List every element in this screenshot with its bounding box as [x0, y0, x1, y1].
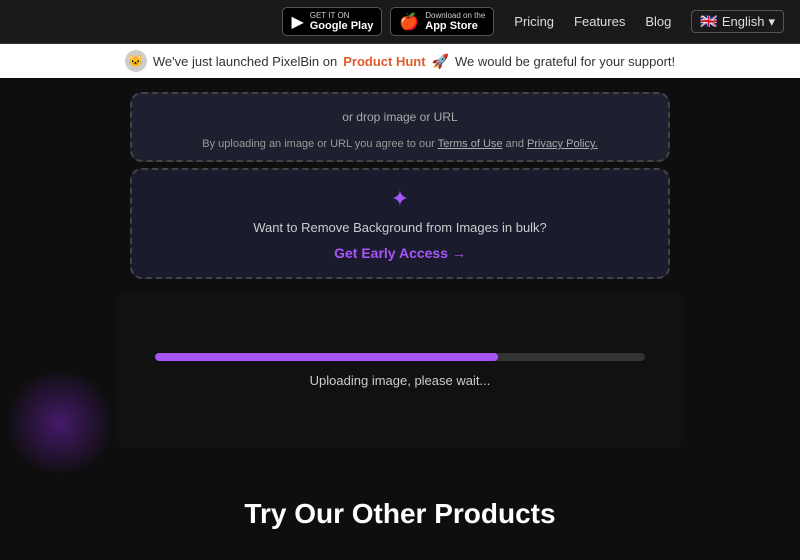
- other-products-title: Try Our Other Products: [20, 498, 780, 530]
- language-selector[interactable]: 🇬🇧 English ▾: [691, 10, 784, 33]
- product-hunt-icon: 🐱: [125, 50, 147, 72]
- apple-icon: 🍎: [399, 12, 419, 32]
- bottom-section: Try Our Other Products: [0, 468, 800, 560]
- google-play-badge[interactable]: ▶ GET IT ON Google Play: [282, 7, 382, 36]
- language-label: English: [722, 14, 765, 29]
- announcement-bar: 🐱 We've just launched PixelBin on Produc…: [0, 44, 800, 78]
- progress-area: Uploading image, please wait...: [115, 293, 685, 448]
- bulk-icon: ✦: [391, 186, 409, 212]
- app-store-badge[interactable]: 🍎 Download on the App Store: [390, 7, 494, 36]
- pricing-link[interactable]: Pricing: [514, 14, 554, 29]
- announcement-text-after: We would be grateful for your support!: [455, 54, 675, 69]
- google-play-icon: ▶: [291, 12, 303, 32]
- progress-bar-container: [155, 353, 645, 361]
- app-store-label: Download on the: [425, 11, 485, 20]
- google-play-text: GET IT ON Google Play: [310, 11, 374, 32]
- progress-label: Uploading image, please wait...: [310, 373, 491, 388]
- bulk-text: Want to Remove Background from Images in…: [253, 220, 547, 235]
- nav-links: Pricing Features Blog 🇬🇧 English ▾: [514, 10, 784, 33]
- chevron-down-icon: ▾: [768, 14, 775, 30]
- rocket-emoji: 🚀: [432, 53, 449, 70]
- upload-box: or drop image or URL By uploading an ima…: [130, 92, 670, 162]
- drop-text: or drop image or URL: [342, 110, 457, 124]
- terms-text: By uploading an image or URL you agree t…: [202, 138, 597, 150]
- announcement-text-before: We've just launched PixelBin on: [153, 54, 337, 69]
- product-hunt-link[interactable]: Product Hunt: [343, 54, 425, 69]
- terms-link[interactable]: Terms of Use: [438, 138, 503, 150]
- decorative-blob: [0, 373, 120, 473]
- app-store-text: Download on the App Store: [425, 11, 485, 32]
- progress-bar-fill: [155, 353, 498, 361]
- privacy-link[interactable]: Privacy Policy.: [527, 138, 598, 150]
- flag-icon: 🇬🇧: [700, 13, 717, 30]
- early-access-button[interactable]: Get Early Access →: [334, 245, 466, 261]
- google-play-label: GET IT ON: [310, 11, 374, 20]
- bulk-section: ✦ Want to Remove Background from Images …: [130, 168, 670, 279]
- blog-link[interactable]: Blog: [645, 14, 671, 29]
- features-link[interactable]: Features: [574, 14, 625, 29]
- app-store-name: App Store: [425, 20, 485, 32]
- google-play-name: Google Play: [310, 20, 374, 32]
- navbar: ▶ GET IT ON Google Play 🍎 Download on th…: [0, 0, 800, 44]
